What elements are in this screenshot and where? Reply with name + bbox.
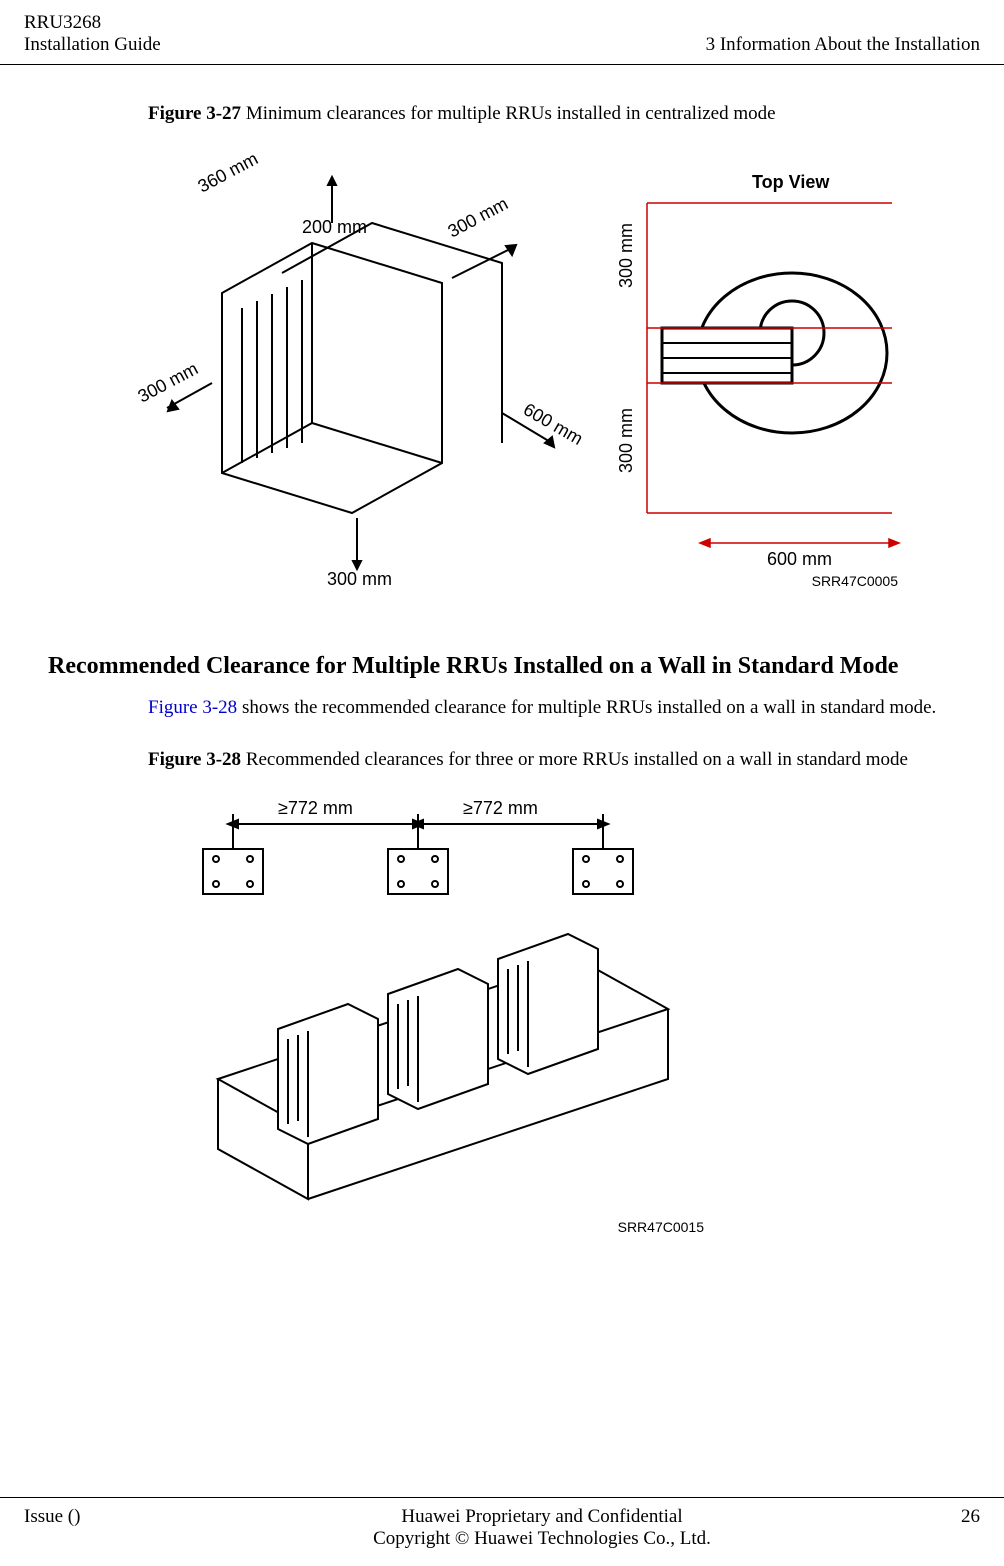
tv-dim-300-lower: 300 mm: [616, 408, 636, 473]
figure-28-link[interactable]: Figure 3-28: [148, 697, 237, 718]
figure-27-svg: 360 mm 200 mm 300 mm 300 mm 600 mm 300 m…: [102, 133, 902, 593]
figure-27-text: Minimum clearances for multiple RRUs ins…: [241, 103, 776, 124]
doc-title: RRU3268: [24, 12, 161, 34]
figure-28-label: Figure 3-28: [148, 749, 241, 770]
dim-300-left: 300 mm: [134, 358, 201, 406]
chapter-title: 3 Information About the Installation: [706, 34, 980, 56]
section-body: Figure 3-28 shows the recommended cleara…: [148, 696, 940, 721]
top-view-label: Top View: [752, 172, 830, 192]
footer-copyright: Copyright © Huawei Technologies Co., Ltd…: [144, 1528, 940, 1550]
figure-28: ≥772 mm ≥772 mm: [148, 779, 708, 1239]
section-body-text: shows the recommended clearance for mult…: [237, 697, 936, 718]
figure-28-caption: Figure 3-28 Recommended clearances for t…: [148, 749, 980, 771]
figure-28-svg: ≥772 mm ≥772 mm: [148, 779, 708, 1239]
footer-issue: Issue (): [24, 1506, 144, 1528]
figure-28-image-id: SRR47C0015: [618, 1219, 704, 1235]
figure-27-label: Figure 3-27: [148, 103, 241, 124]
page-header: RRU3268 Installation Guide 3 Information…: [0, 0, 1004, 65]
figure-28-text: Recommended clearances for three or more…: [241, 749, 908, 770]
footer-proprietary: Huawei Proprietary and Confidential: [144, 1506, 940, 1528]
dim-360: 360 mm: [194, 148, 261, 196]
dim-300-upper-right: 300 mm: [444, 193, 511, 241]
doc-subtitle: Installation Guide: [24, 34, 161, 56]
figure-27-caption: Figure 3-27 Minimum clearances for multi…: [148, 103, 980, 125]
dim-200: 200 mm: [302, 217, 367, 237]
dim-300-bottom: 300 mm: [327, 569, 392, 589]
figure-27: 360 mm 200 mm 300 mm 300 mm 600 mm 300 m…: [48, 133, 956, 593]
dim-772-right: ≥772 mm: [463, 798, 538, 818]
section-heading: Recommended Clearance for Multiple RRUs …: [48, 653, 956, 680]
tv-dim-300-upper: 300 mm: [616, 223, 636, 288]
dim-772-left: ≥772 mm: [278, 798, 353, 818]
page-footer: Issue () Huawei Proprietary and Confiden…: [0, 1497, 1004, 1566]
footer-page-number: 26: [940, 1506, 980, 1528]
figure-27-image-id: SRR47C0005: [812, 573, 898, 589]
tv-dim-600: 600 mm: [767, 549, 832, 569]
